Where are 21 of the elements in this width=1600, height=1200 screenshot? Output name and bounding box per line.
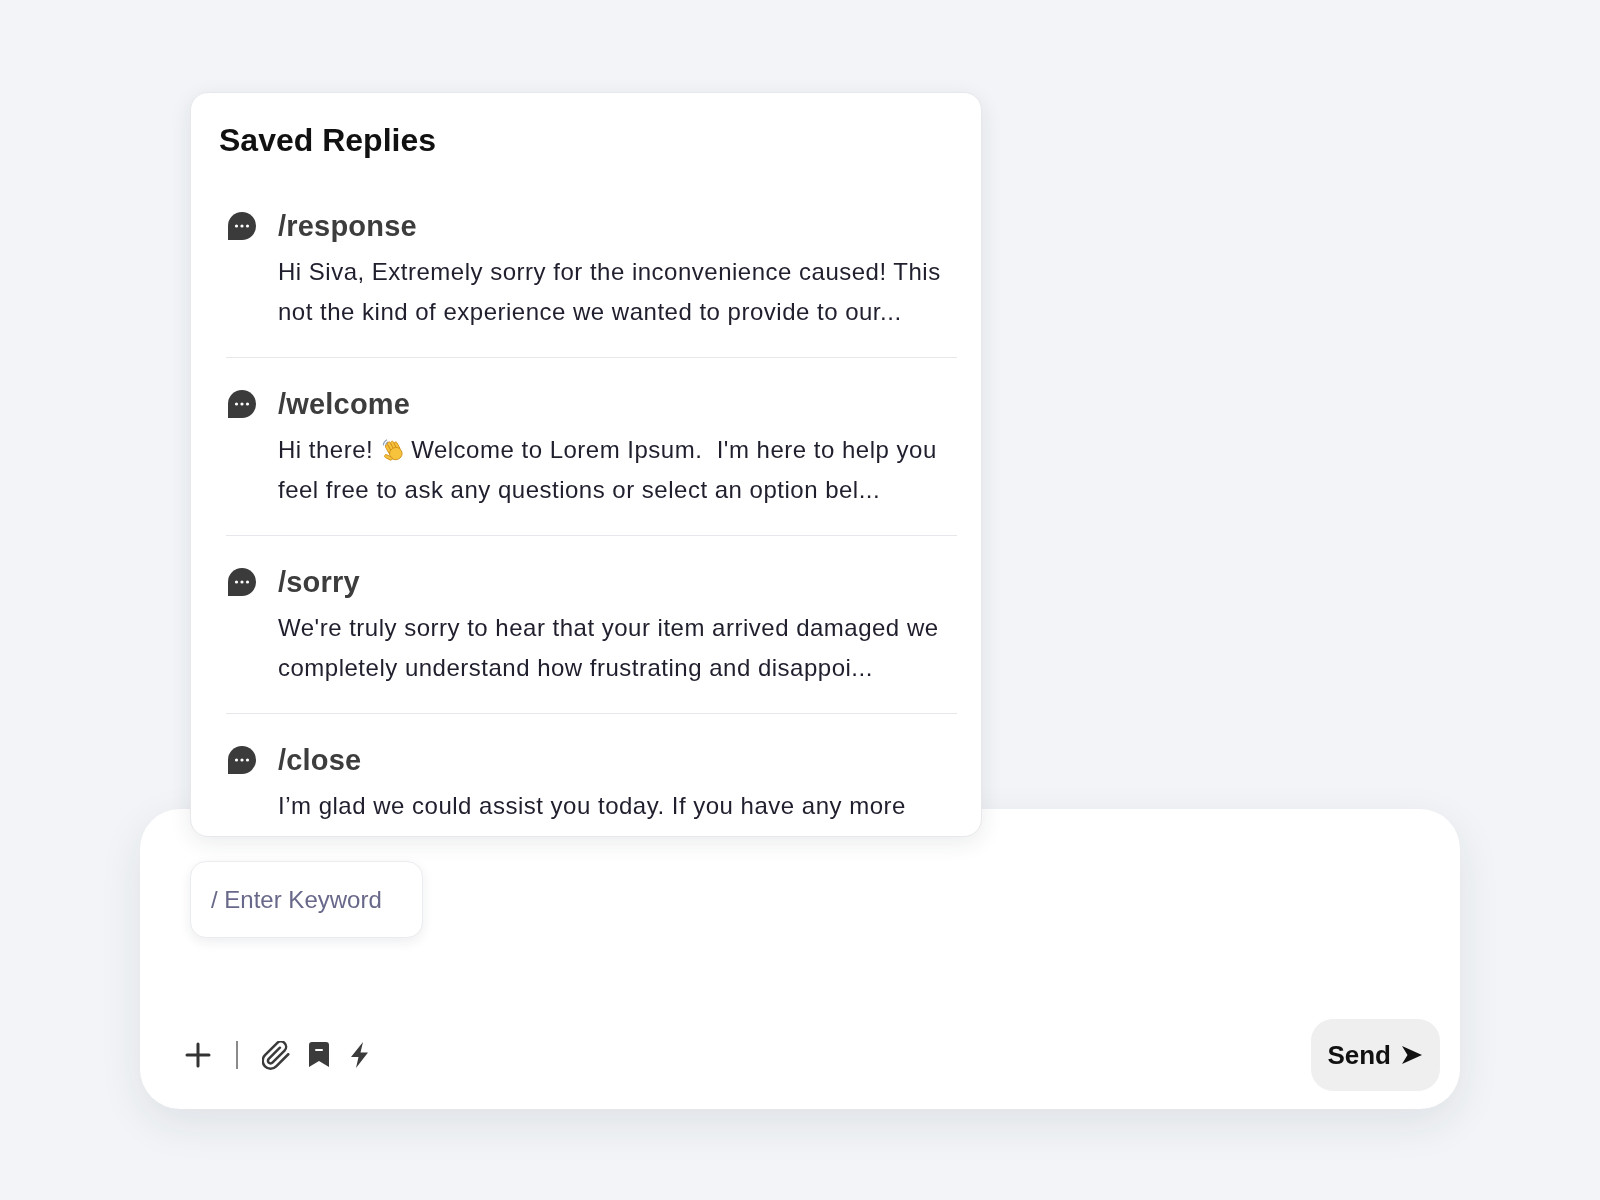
panel-title: Saved Replies: [219, 121, 437, 160]
paperclip-icon[interactable]: [262, 1040, 291, 1070]
lightning-icon[interactable]: [350, 1042, 369, 1068]
reply-preview: I’m glad we could assist you today. If you have any more: [278, 791, 907, 821]
chat-bubble-icon: [226, 210, 258, 242]
reply-preview: Hi Siva, Extremely sorry for the inconvenience caused! This not the kind of experience we wanted to provide to our...: [278, 257, 942, 327]
waving-hand-icon: [380, 437, 406, 462]
reply-shortcut: /sorry: [278, 565, 361, 600]
reply-preview: Hi there! Welcome to Lorem Ipsum. I'm here to help you feel free to ask any questions or select an option bel...: [278, 435, 938, 505]
send-button[interactable]: Send: [1311, 1019, 1440, 1091]
chat-bubble-icon: [226, 566, 258, 598]
reply-shortcut: /close: [278, 743, 363, 778]
chat-bubble-icon: [226, 744, 258, 776]
reply-preview: We're truly sorry to hear that your item arrived damaged we completely understand how frustrating and disappoi...: [278, 613, 940, 683]
keyword-field[interactable]: / Enter Keyword: [190, 861, 423, 938]
arrow-icon: [1401, 1044, 1423, 1066]
reply-shortcut: /welcome: [278, 387, 412, 422]
chat-bubble-icon: [226, 388, 258, 420]
plus-icon[interactable]: [185, 1042, 211, 1068]
reply-shortcut: /response: [278, 209, 418, 244]
bookmark-icon[interactable]: [309, 1042, 329, 1068]
